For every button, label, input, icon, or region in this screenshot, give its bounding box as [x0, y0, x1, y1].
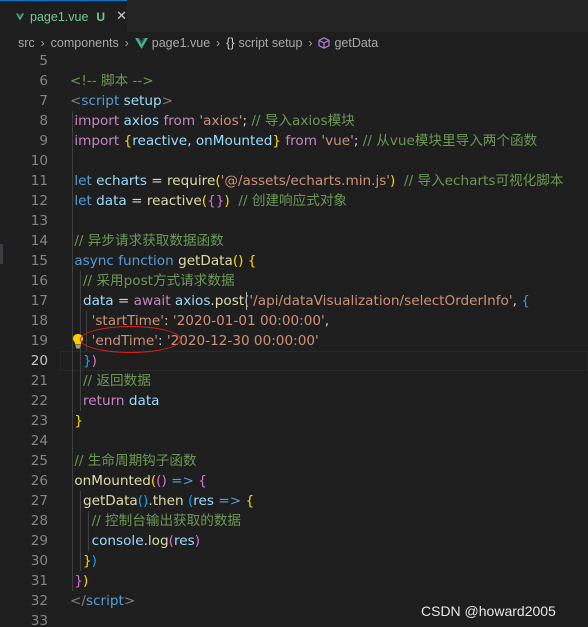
code-line[interactable]: 15 async function getData() {: [0, 251, 588, 271]
code-line[interactable]: 30 }): [0, 551, 588, 571]
method-cube-icon: [318, 37, 331, 49]
code-line[interactable]: 10: [0, 151, 588, 171]
watermark: CSDN @howard2005: [421, 603, 556, 619]
indent-guide: [72, 111, 73, 591]
code-line[interactable]: 18 'startTime': '2020-01-01 00:00:00',: [0, 311, 588, 331]
line-number: 23: [30, 413, 48, 429]
code-text: // 返回数据: [82, 373, 151, 389]
line-number: 28: [30, 513, 48, 529]
line-number: 14: [30, 233, 48, 249]
line-number: 17: [30, 293, 48, 309]
line-number: 12: [30, 193, 48, 209]
line-number: 18: [30, 313, 48, 329]
code-line[interactable]: 20 }): [0, 351, 588, 371]
code-text: }): [82, 353, 97, 369]
line-number: 30: [30, 553, 48, 569]
code-text: <!-- 脚本 -->: [70, 73, 154, 89]
code-text: return data: [82, 393, 160, 409]
untracked-badge: U: [96, 9, 106, 24]
line-number: 20: [30, 353, 48, 369]
breadcrumb-src[interactable]: src: [18, 36, 35, 50]
code-text: // 采用post方式请求数据: [82, 273, 235, 289]
code-text: }): [82, 553, 97, 569]
line-number: 27: [30, 493, 48, 509]
code-text: onMounted(() => {: [74, 473, 207, 489]
vue-icon: [134, 37, 148, 49]
code-text: </script>: [70, 593, 136, 609]
line-number: 11: [30, 173, 48, 189]
code-line[interactable]: 22 return data: [0, 391, 588, 411]
line-number: 15: [30, 253, 48, 269]
line-number: 10: [30, 153, 48, 169]
code-text: // 异步请求获取数据函数: [74, 233, 224, 249]
code-line[interactable]: 27 getData().then (res => {: [0, 491, 588, 511]
code-line[interactable]: 16 // 采用post方式请求数据: [0, 271, 588, 291]
code-line[interactable]: 24: [0, 431, 588, 451]
line-number: 26: [30, 473, 48, 489]
line-number: 29: [30, 533, 48, 549]
code-text: import axios from 'axios'; // 导入axios模块: [74, 113, 355, 129]
breadcrumb-file[interactable]: page1.vue: [152, 36, 210, 50]
code-text: data = await axios.post('/api/dataVisual…: [82, 293, 530, 309]
tab-bar: page1.vue U ✕: [0, 0, 588, 32]
line-number: 6: [39, 73, 48, 89]
line-number: 8: [39, 113, 48, 129]
indent-guide: [80, 491, 81, 571]
code-line[interactable]: 23 }: [0, 411, 588, 431]
line-number: 25: [30, 453, 48, 469]
breadcrumb-getdata[interactable]: getData: [334, 36, 378, 50]
code-line[interactable]: 14 // 异步请求获取数据函数: [0, 231, 588, 251]
tab-page1-vue[interactable]: page1.vue U ✕: [0, 0, 127, 32]
code-text: import {reactive, onMounted} from 'vue';…: [74, 133, 538, 149]
code-text: console.log(res): [91, 533, 200, 549]
chevron-right-icon: ›: [308, 36, 313, 50]
code-text: let data = reactive({}) // 创建响应式对象: [74, 193, 348, 209]
code-line[interactable]: 7 <script setup>: [0, 91, 588, 111]
code-line[interactable]: 9 import {reactive, onMounted} from 'vue…: [0, 131, 588, 151]
breadcrumb: src › components › page1.vue › {} script…: [0, 32, 588, 54]
code-text: async function getData() {: [74, 253, 257, 269]
line-number: 31: [30, 573, 48, 589]
code-line[interactable]: 8 import axios from 'axios'; // 导入axios模…: [0, 111, 588, 131]
code-line[interactable]: 6 <!-- 脚本 -->: [0, 71, 588, 91]
line-number: 19: [30, 333, 48, 349]
code-line[interactable]: 17 data = await axios.post('/api/dataVis…: [0, 291, 588, 311]
code-text: <script setup>: [70, 93, 174, 109]
code-line[interactable]: 5: [0, 54, 588, 71]
line-number: 22: [30, 393, 48, 409]
vue-icon: [16, 13, 25, 20]
code-line[interactable]: 12 let data = reactive({}) // 创建响应式对象: [0, 191, 588, 211]
code-text: getData().then (res => {: [82, 493, 255, 509]
line-number: 16: [30, 273, 48, 289]
line-number: 32: [30, 593, 48, 609]
line-number: 13: [30, 213, 48, 229]
code-line[interactable]: 25 // 生命周期钩子函数: [0, 451, 588, 471]
breadcrumb-components[interactable]: components: [51, 36, 119, 50]
text-cursor: [246, 292, 247, 310]
chevron-right-icon: ›: [216, 36, 221, 50]
breadcrumb-script-setup[interactable]: script setup: [239, 36, 303, 50]
indent-guide: [88, 511, 89, 551]
code-line[interactable]: 13: [0, 211, 588, 231]
line-number: 24: [30, 433, 48, 449]
line-number: 21: [30, 373, 48, 389]
chevron-right-icon: ›: [40, 36, 45, 50]
chevron-right-icon: ›: [124, 36, 129, 50]
code-text: // 控制台输出获取的数据: [91, 513, 242, 529]
tab-title: page1.vue: [30, 9, 89, 24]
code-line[interactable]: 21 // 返回数据: [0, 371, 588, 391]
return-highlight-circle: [80, 326, 181, 353]
code-line[interactable]: 11 let echarts = require('@/assets/echar…: [0, 171, 588, 191]
line-number: 5: [39, 54, 48, 69]
braces-icon: {}: [226, 36, 235, 50]
code-line[interactable]: 26 onMounted(() => {: [0, 471, 588, 491]
line-number: 7: [39, 93, 48, 109]
close-icon[interactable]: ✕: [116, 9, 127, 24]
code-text: let echarts = require('@/assets/echarts.…: [74, 173, 564, 189]
code-text: // 生命周期钩子函数: [74, 453, 197, 469]
line-number: 33: [30, 613, 48, 627]
line-number: 9: [39, 133, 48, 149]
code-line[interactable]: 31 }): [0, 571, 588, 591]
